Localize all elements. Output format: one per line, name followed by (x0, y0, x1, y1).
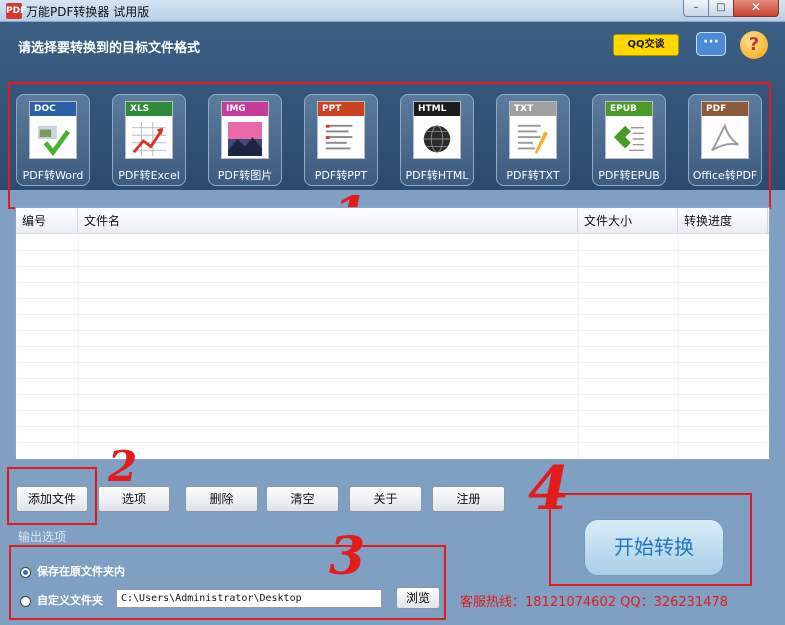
pdf-file-icon: PDF (701, 101, 749, 159)
start-convert-button[interactable]: 开始转换 (584, 519, 724, 576)
help-icon[interactable]: ? (740, 31, 768, 59)
epub-logo-icon (613, 125, 645, 152)
format-label: PDF转TXT (506, 169, 560, 182)
browse-button[interactable]: 浏览 (396, 587, 440, 609)
xls-file-icon: XLS (125, 101, 173, 159)
row-divider (16, 394, 769, 395)
txt-file-icon: TXT (509, 101, 557, 159)
clear-button[interactable]: 清空 (266, 486, 339, 512)
minimize-button[interactable]: – (683, 0, 709, 17)
output-path-input[interactable] (116, 589, 382, 608)
custom-folder-option[interactable]: 自定义文件夹 (20, 592, 103, 608)
format-label: PDF转Word (22, 169, 84, 182)
text-pencil-icon (517, 124, 549, 155)
format-tag: IMG (222, 102, 268, 116)
doc-file-icon: DOC (29, 101, 77, 159)
format-label: PDF转PPT (314, 169, 368, 182)
close-button[interactable]: ✕ (733, 0, 779, 17)
format-office-to-pdf-button[interactable]: PDF Office转PDF (688, 94, 762, 186)
row-divider (16, 330, 769, 331)
qq-chat-button[interactable]: QQ交谈 (613, 34, 679, 56)
support-hotline-text: 客服热线：18121074602 QQ：326231478 (460, 595, 729, 610)
row-divider (16, 298, 769, 299)
output-options-label: 输出选项 (18, 530, 67, 544)
row-divider (16, 282, 769, 283)
format-word-button[interactable]: DOC PDF转Word (16, 94, 90, 186)
format-tag: EPUB (606, 102, 652, 116)
annotation-box-3 (9, 545, 446, 620)
radio-selected[interactable] (20, 566, 31, 578)
save-in-source-option[interactable]: 保存在原文件夹内 (20, 563, 125, 579)
column-header-size[interactable]: 文件大小 (578, 208, 678, 234)
format-txt-button[interactable]: TXT PDF转TXT (496, 94, 570, 186)
format-tag: DOC (30, 102, 76, 116)
ppt-file-icon: PPT (317, 101, 365, 159)
html-file-icon: HTML (413, 101, 461, 159)
radio-unselected[interactable] (20, 595, 31, 607)
custom-folder-label: 自定义文件夹 (37, 594, 103, 607)
word-checkmark-icon (37, 125, 70, 156)
delete-button[interactable]: 删除 (185, 486, 258, 512)
format-header: 请选择要转换到的目标文件格式 QQ交谈 ··· ? DOC PDF转Word X… (0, 22, 785, 209)
acrobat-icon (711, 123, 739, 152)
row-divider (16, 378, 769, 379)
title-bar: PDF 万能PDF转换器 试用版 – □ ✕ (0, 0, 785, 22)
format-selection-area: DOC PDF转Word XLS PDF转Excel IMG PDF转图片 PP… (8, 82, 771, 209)
annotation-2: 2 (108, 442, 138, 491)
row-divider (16, 346, 769, 347)
format-label: Office转PDF (692, 169, 758, 182)
annotation-4: 4 (528, 454, 570, 524)
chart-trend-icon (132, 122, 166, 156)
format-tag: XLS (126, 102, 172, 116)
format-tag: PPT (318, 102, 364, 116)
row-divider (16, 314, 769, 315)
file-list-header: 编号 文件名 文件大小 转换进度 (16, 208, 769, 234)
add-file-button[interactable]: 添加文件 (16, 486, 88, 512)
slide-list-icon (325, 124, 353, 150)
register-button[interactable]: 注册 (432, 486, 505, 512)
about-button[interactable]: 关于 (349, 486, 422, 512)
epub-file-icon: EPUB (605, 101, 653, 159)
maximize-button[interactable]: □ (708, 0, 734, 17)
row-divider (16, 250, 769, 251)
format-epub-button[interactable]: EPUB PDF转EPUB (592, 94, 666, 186)
row-divider (16, 266, 769, 267)
format-html-button[interactable]: HTML PDF转HTML (400, 94, 474, 186)
format-tag: TXT (510, 102, 556, 116)
window-title: 万能PDF转换器 试用版 (26, 5, 150, 19)
format-prompt-label: 请选择要转换到的目标文件格式 (18, 41, 201, 56)
format-excel-button[interactable]: XLS PDF转Excel (112, 94, 186, 186)
column-header-progress[interactable]: 转换进度 (678, 208, 768, 234)
globe-icon (423, 125, 451, 153)
img-file-icon: IMG (221, 101, 269, 159)
format-tag: PDF (702, 102, 748, 116)
chat-icon[interactable]: ··· (696, 32, 726, 56)
format-label: PDF转HTML (405, 169, 469, 182)
row-divider (16, 410, 769, 411)
landscape-image-icon (228, 122, 262, 156)
column-header-id[interactable]: 编号 (16, 208, 78, 234)
row-divider (16, 426, 769, 427)
format-label: PDF转图片 (217, 169, 273, 182)
file-list-table[interactable]: 编号 文件名 文件大小 转换进度 (15, 207, 770, 460)
column-header-filename[interactable]: 文件名 (78, 208, 578, 234)
row-divider (16, 362, 769, 363)
format-tag: HTML (414, 102, 460, 116)
format-image-button[interactable]: IMG PDF转图片 (208, 94, 282, 186)
format-label: PDF转Excel (118, 169, 180, 182)
save-in-source-label: 保存在原文件夹内 (37, 565, 125, 578)
format-label: PDF转EPUB (598, 169, 660, 182)
format-ppt-button[interactable]: PPT PDF转PPT (304, 94, 378, 186)
app-icon: PDF (6, 3, 26, 19)
annotation-3: 3 (329, 526, 366, 587)
options-button[interactable]: 选项 (98, 486, 170, 512)
